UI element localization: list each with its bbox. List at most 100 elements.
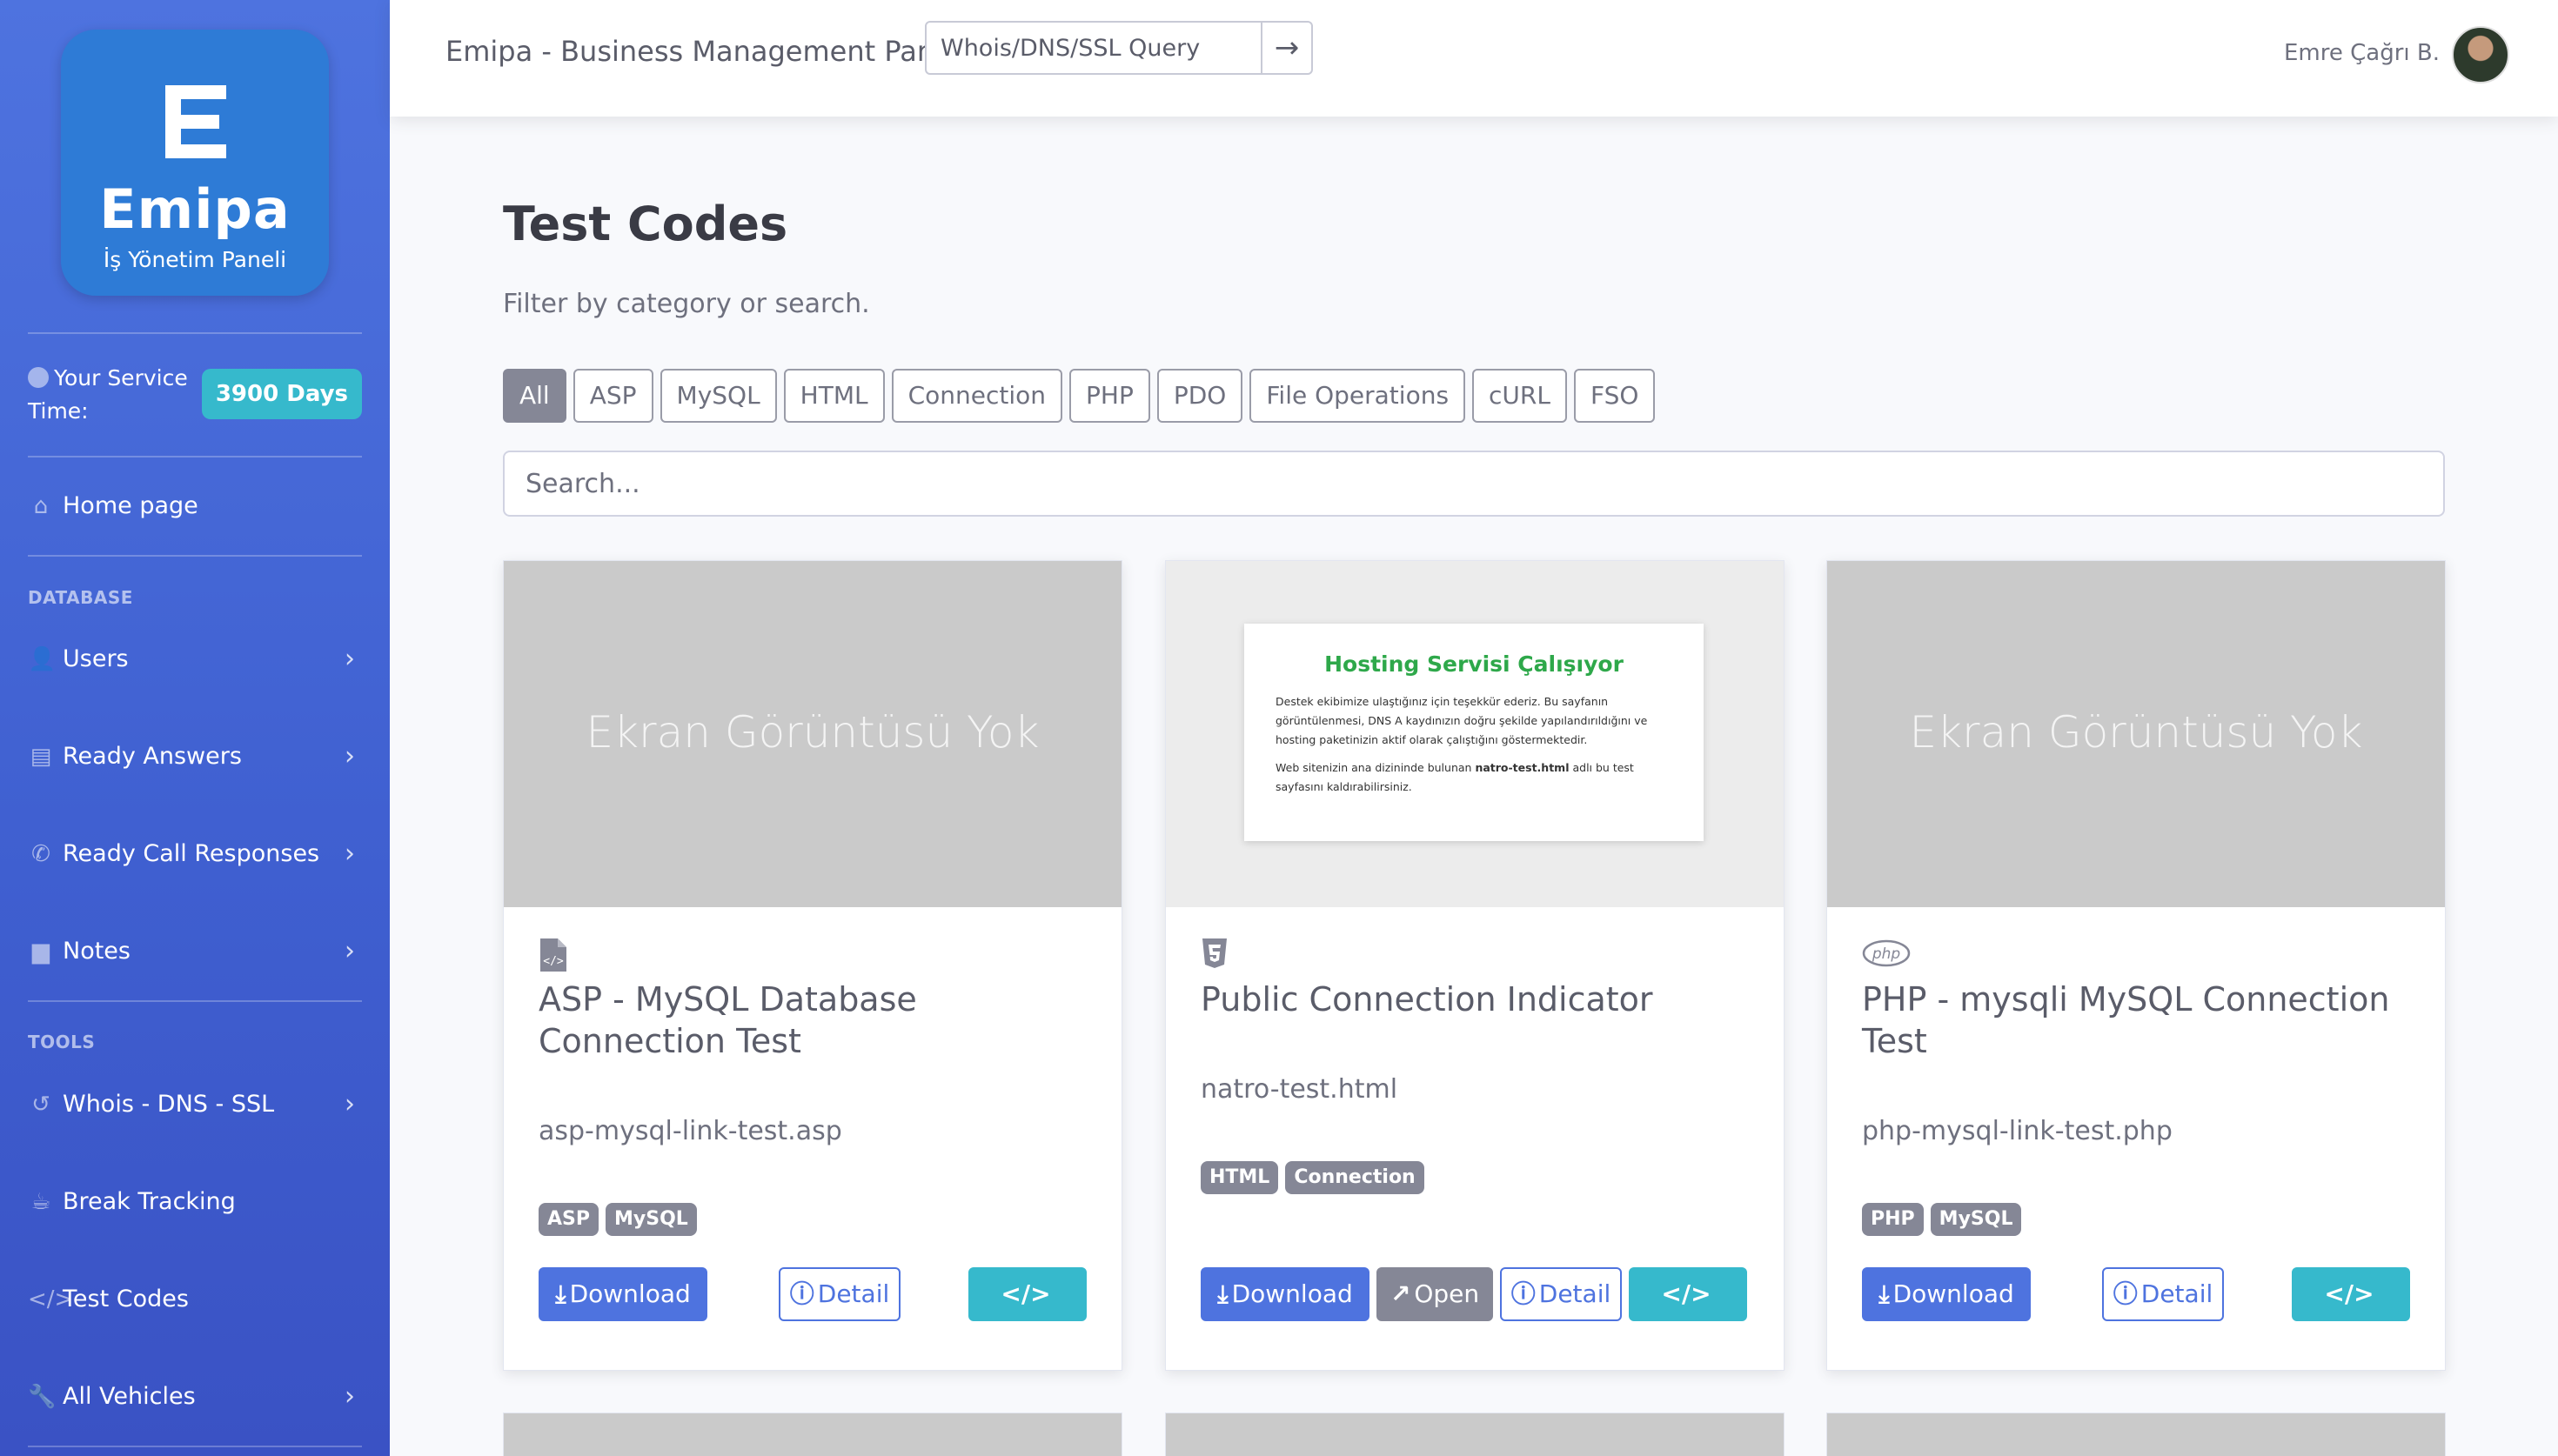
info-icon: ⓘ [789, 1279, 814, 1308]
service-time-label: Your Service Time: [28, 362, 211, 428]
code-card: Ekran Görüntüsü Yok php PHP - mysqli MyS… [1826, 560, 2446, 1371]
sidebar-item-label: Whois - DNS - SSL [63, 1091, 275, 1118]
filter-mysql[interactable]: MySQL [660, 369, 777, 423]
chevron-right-icon: › [345, 1089, 355, 1119]
sidebar-item-test-codes[interactable]: </>Test Codes [28, 1273, 362, 1326]
download-button-label: Download [1231, 1279, 1353, 1308]
card-title: PHP - mysqli MySQL Connection Test [1862, 980, 2390, 1060]
chevron-right-icon: › [345, 1381, 355, 1412]
code-card: Hosting Servisi Çalışıyor Destek ekibimi… [1165, 560, 1785, 1371]
card-filename: php-mysql-link-test.php [1862, 1116, 2173, 1146]
code-button[interactable]: </> Code [1629, 1267, 1747, 1359]
html5-icon [1201, 937, 1229, 973]
detail-button[interactable]: ⓘ Detail [2102, 1267, 2224, 1321]
filter-all[interactable]: All [503, 369, 566, 423]
file-code-icon: </> [539, 937, 568, 973]
code-icon: </> [28, 1286, 74, 1312]
code-button-label: Code [2320, 1330, 2382, 1359]
user-name[interactable]: Emre Çağrı B. [2284, 40, 2440, 66]
brand-logo[interactable]: Emipa İş Yönetim Paneli [61, 30, 329, 296]
sidebar-item-break-tracking[interactable]: ☕ Break Tracking [28, 1176, 362, 1228]
query-submit-button[interactable]: → [1261, 23, 1311, 73]
search-input[interactable] [503, 451, 2445, 517]
code-button[interactable]: </> Code [968, 1267, 1087, 1359]
card-thumbnail: Hosting Servisi Çalışıyor Destek ekibimi… [1166, 561, 1784, 907]
sidebar-item-ready-answers[interactable]: ▤ Ready Answers › [28, 731, 362, 783]
home-icon: ⌂ [33, 493, 49, 519]
filter-file-operations[interactable]: File Operations [1249, 369, 1466, 423]
download-button-label: Download [1892, 1279, 2014, 1308]
sidebar-item-ready-call-responses[interactable]: ✆ Ready Call Responses › [28, 828, 362, 880]
open-button[interactable]: ↗ Open [1376, 1267, 1493, 1321]
user-icon: 👤 [28, 646, 57, 672]
download-button[interactable]: ⤓ Download [1201, 1267, 1369, 1321]
download-icon: ⤓ [1217, 1279, 1229, 1308]
preview-title: Hosting Servisi Çalışıyor [1324, 651, 1624, 677]
sidebar-item-whois[interactable]: ↺ Whois - DNS - SSL › [28, 1079, 362, 1131]
detail-button-label: Detail [1538, 1279, 1611, 1308]
card-filename: asp-mysql-link-test.asp [539, 1116, 842, 1146]
tag-badge: HTML [1201, 1161, 1279, 1194]
sidebar-heading-tools: TOOLS [28, 1032, 96, 1052]
tag-badge: MySQL [606, 1203, 697, 1236]
code-card: Ekran Görüntüsü Yok </> ASP - MySQL Data… [503, 560, 1122, 1371]
filter-curl[interactable]: cURL [1472, 369, 1567, 423]
chevron-right-icon: › [345, 644, 355, 674]
sidebar-divider [28, 332, 362, 334]
filter-php[interactable]: PHP [1069, 369, 1150, 423]
download-button[interactable]: ⤓ Download [1862, 1267, 2031, 1321]
download-button-label: Download [569, 1279, 691, 1308]
logo-mark-icon [61, 80, 329, 176]
filter-asp[interactable]: ASP [573, 369, 653, 423]
avatar[interactable] [2452, 26, 2509, 83]
detail-button[interactable]: ⓘ Detail [779, 1267, 901, 1321]
download-button[interactable]: ⤓ Download [539, 1267, 707, 1321]
sidebar-item-label: All Vehicles [63, 1383, 196, 1410]
sidebar-item-label: Home page [63, 492, 198, 519]
filter-html[interactable]: HTML [783, 369, 885, 423]
clipboard-icon: ▤ [30, 744, 52, 770]
code-icon: </> [2324, 1279, 2374, 1308]
code-button[interactable]: </> Code [2292, 1267, 2410, 1359]
sidebar-item-home[interactable]: ⌂ Home page [28, 480, 362, 532]
sidebar-divider [28, 456, 362, 458]
php-icon: php [1862, 937, 1911, 973]
app-title: Emipa - Business Management Panel [445, 35, 960, 68]
sidebar: Emipa İş Yönetim Paneli Your Service Tim… [0, 0, 390, 1456]
coffee-icon: ☕ [30, 1189, 51, 1215]
code-button-label: Code [1657, 1330, 1719, 1359]
filter-fso[interactable]: FSO [1573, 369, 1656, 423]
card-filename: natro-test.html [1201, 1074, 1398, 1105]
filter-connection[interactable]: Connection [891, 369, 1063, 423]
sidebar-heading-database: DATABASE [28, 587, 133, 608]
sidebar-item-label: Break Tracking [63, 1188, 236, 1215]
tag-badge: MySQL [1930, 1203, 2022, 1236]
card-thumbnail: Ekran Görüntüsü Yok [1827, 561, 2445, 907]
topbar: Emipa - Business Management Panel → Emre… [390, 0, 2558, 117]
whois-query-input[interactable] [927, 23, 1262, 73]
sidebar-item-all-vehicles[interactable]: 🔧 All Vehicles › [28, 1371, 362, 1423]
tag-badge: Connection [1285, 1161, 1424, 1194]
sidebar-divider [28, 555, 362, 557]
category-filters: All ASP MySQL HTML Connection PHP PDO Fi… [503, 369, 1656, 423]
chevron-right-icon: › [345, 838, 355, 869]
sidebar-item-label: Ready Answers [63, 743, 242, 770]
service-time-text: Your Service Time: [28, 365, 188, 424]
sidebar-item-users[interactable]: 👤 Users › [28, 633, 362, 685]
svg-text:php: php [1872, 945, 1901, 963]
code-icon: </> [1661, 1279, 1711, 1308]
sticky-note-icon: ▆ [32, 938, 50, 965]
filter-pdo[interactable]: PDO [1156, 369, 1243, 423]
brand-name: Emipa [99, 177, 291, 241]
no-screenshot-text: Ekran Görüntüsü Yok [586, 707, 1040, 758]
sidebar-divider [28, 1000, 362, 1002]
phone-icon: ✆ [31, 841, 50, 867]
tag-badge: ASP [539, 1203, 599, 1236]
code-card [503, 1413, 1122, 1456]
preview-paragraph: Web sitenizin ana dizininde bulunan natr… [1276, 758, 1672, 797]
card-tags: ASP MySQL [539, 1203, 697, 1236]
sidebar-item-notes[interactable]: ▆ Notes › [28, 925, 362, 978]
card-thumbnail: Ekran Görüntüsü Yok [504, 561, 1122, 907]
info-icon: ⓘ [1510, 1279, 1536, 1308]
detail-button[interactable]: ⓘ Detail [1500, 1267, 1622, 1321]
